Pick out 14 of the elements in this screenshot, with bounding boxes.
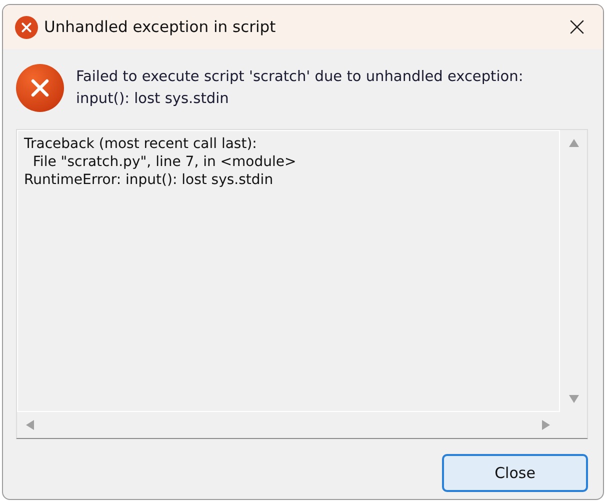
error-message: input(): lost sys.stdin [76,90,230,109]
scroll-left-icon[interactable] [25,419,35,431]
close-button[interactable]: Close [442,454,588,492]
traceback-line: Traceback (most recent call last): [24,135,258,153]
scroll-down-icon[interactable] [568,394,580,404]
close-icon[interactable] [569,19,585,35]
window-title: Unhandled exception in script [44,18,277,36]
error-message: Failed to execute script 'scratch' due to unhandled exception: [76,68,524,87]
traceback-line: RuntimeError: input(): lost sys.stdin [24,171,274,189]
error-icon [15,16,38,38]
scroll-right-icon[interactable] [541,419,551,431]
error-icon [16,64,64,112]
scroll-up-icon[interactable] [568,138,580,148]
traceback-line: File "scratch.py", line 7, in <module> [32,153,298,171]
